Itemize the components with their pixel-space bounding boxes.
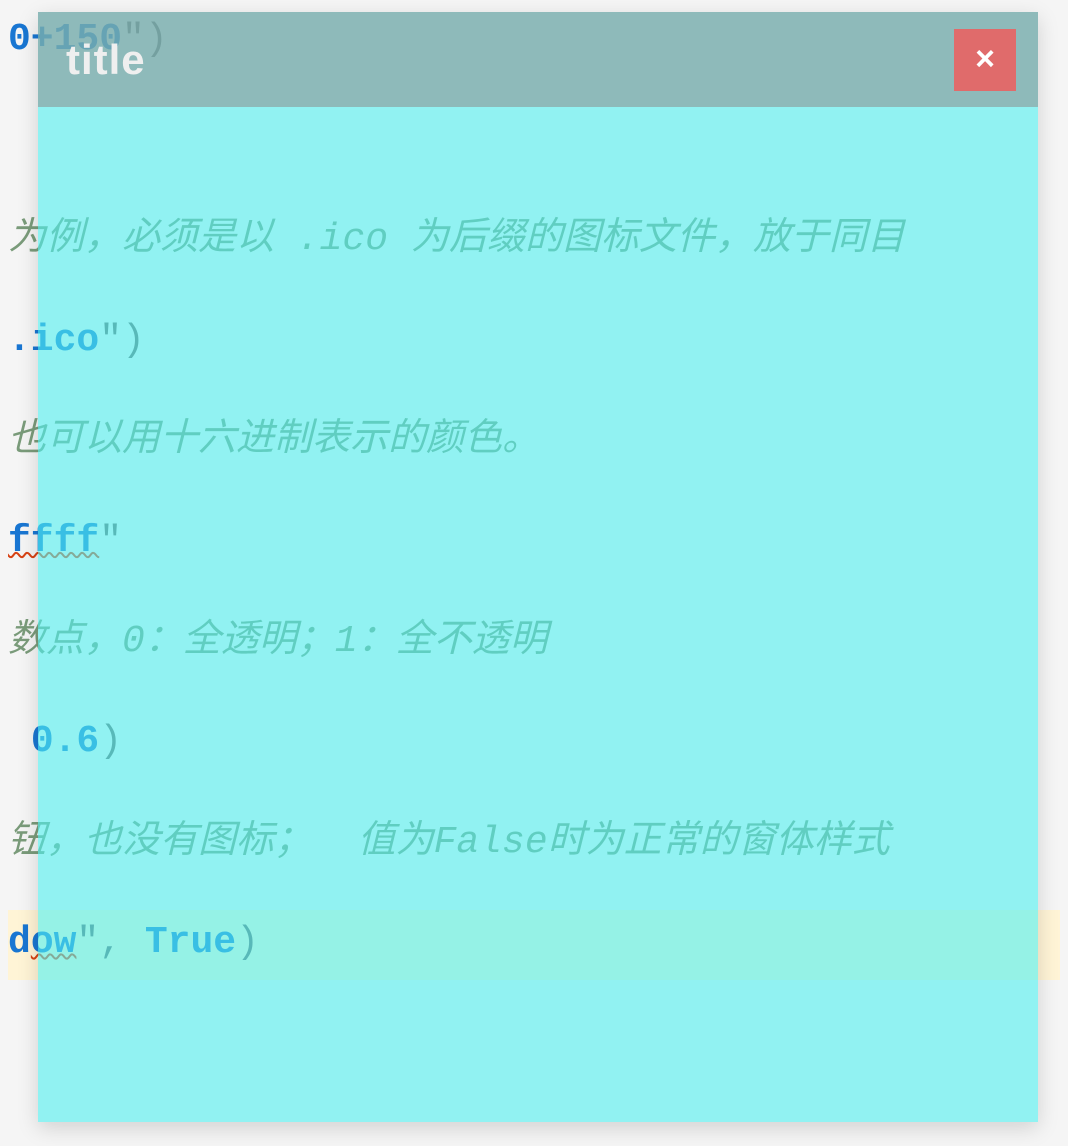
close-icon: × — [975, 40, 995, 79]
titlebar[interactable]: title × — [38, 12, 1038, 107]
window-title: title — [66, 36, 146, 84]
tk-window: title × — [38, 12, 1038, 1122]
close-button[interactable]: × — [954, 29, 1016, 91]
window-body — [38, 107, 1038, 1122]
